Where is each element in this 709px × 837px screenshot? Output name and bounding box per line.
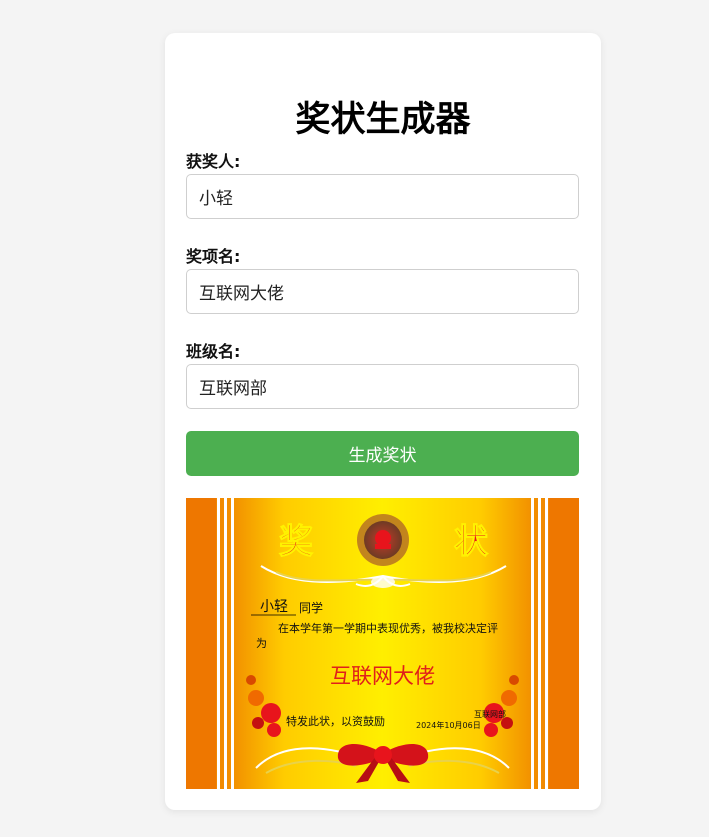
certificate-recipient: 小轻 [260,599,288,615]
emblem-icon [357,514,409,566]
generator-card: 奖状生成器 获奖人: 奖项名: 班级名: 生成奖状 [165,33,601,810]
generate-button[interactable]: 生成奖状 [186,431,579,476]
award-input[interactable] [186,269,579,314]
class-input[interactable] [186,364,579,409]
certificate-heading-right: 状 [454,522,489,562]
certificate-date: 2024年10月06日 [416,721,481,730]
award-label: 奖项名: [186,247,241,266]
certificate-heading-left: 奖 [279,522,313,562]
certificate-org: 互联网部 [474,710,506,719]
recipient-label: 获奖人: [186,152,241,171]
certificate-closing: 特发此状，以资鼓励 [286,715,385,728]
certificate-body-text: 在本学年第一学期中表现优秀，被我校决定评为 [256,622,498,650]
certificate-award: 互联网大佬 [330,664,435,688]
certificate-recipient-suffix: 同学 [299,601,324,615]
certificate-preview: 奖 状 小轻 同学 在本学年第一学期中表现优秀，被我校决定评为 互联网大佬 特发… [186,498,579,789]
class-label: 班级名: [186,342,241,361]
page-title: 奖状生成器 [295,100,471,140]
recipient-input[interactable] [186,174,579,219]
